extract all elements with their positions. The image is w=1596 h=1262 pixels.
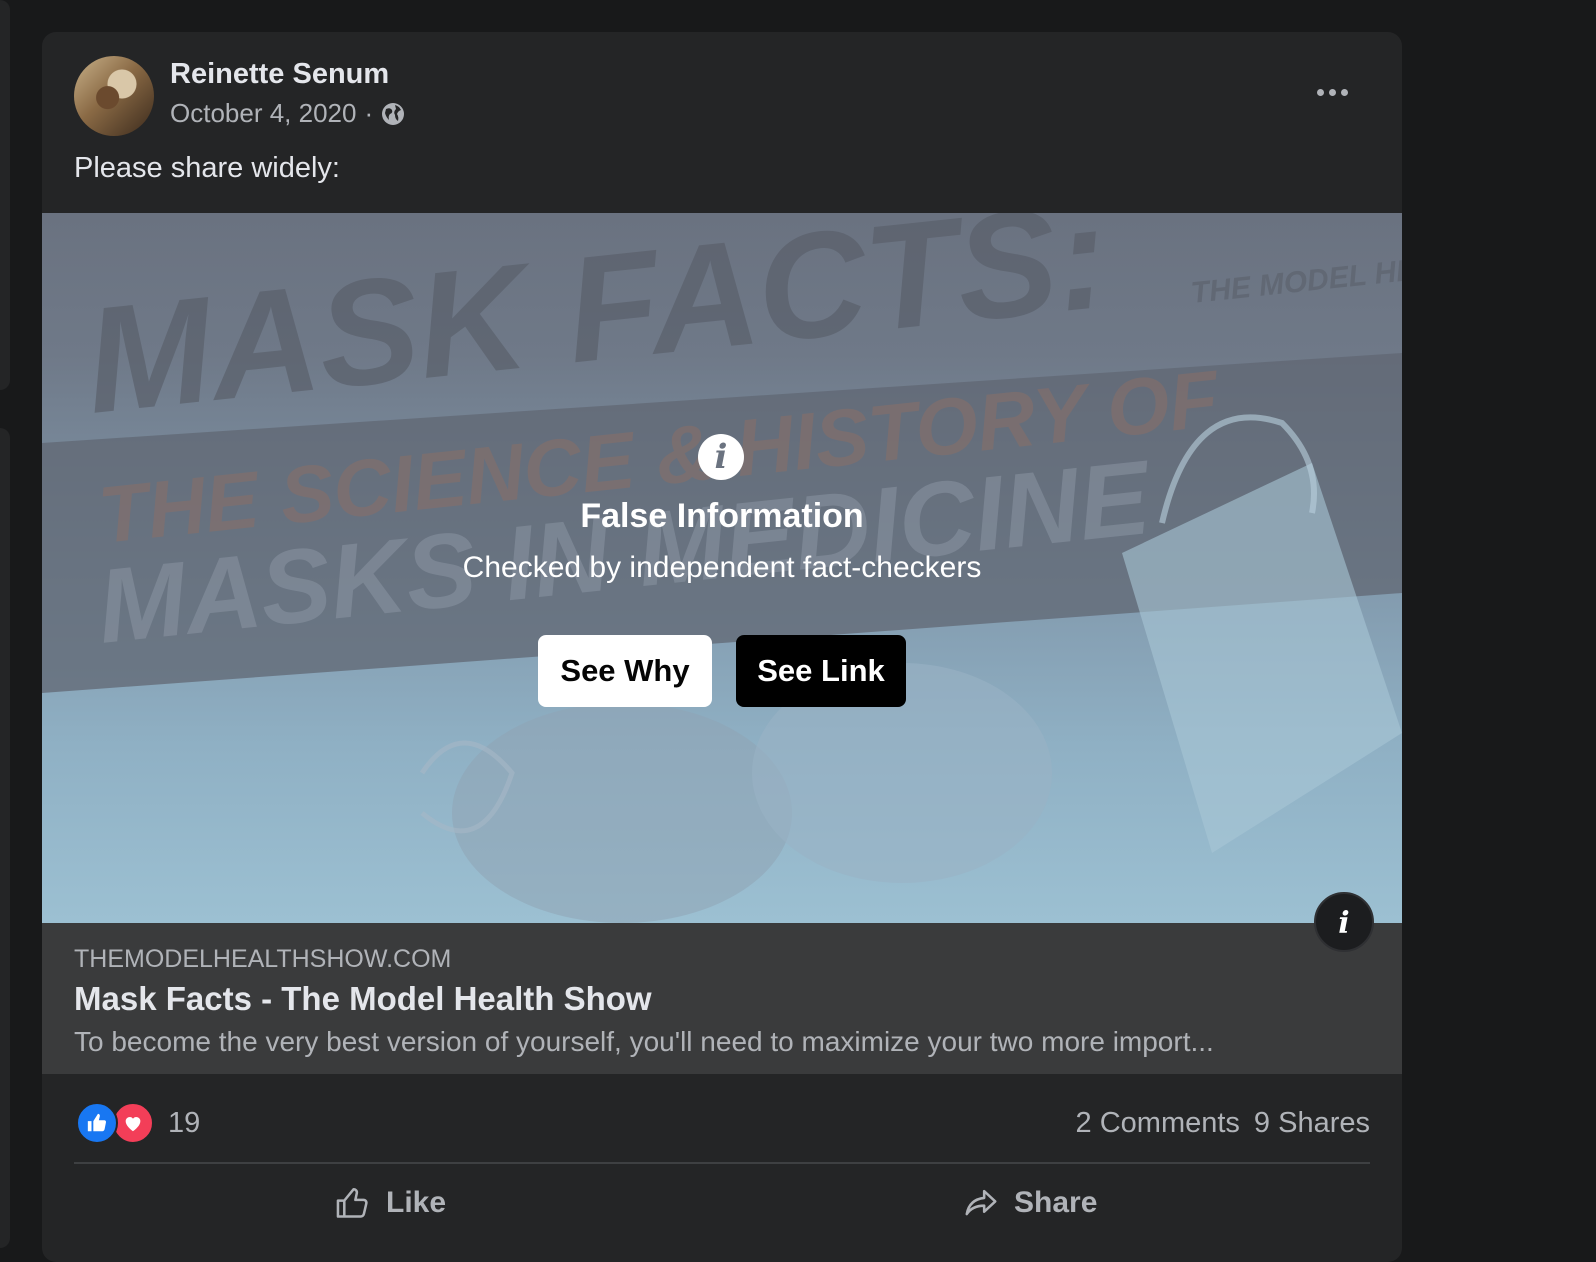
false-information-title: False Information [580, 497, 864, 535]
adjacent-panel-edge [0, 0, 10, 390]
action-divider [74, 1162, 1370, 1164]
share-arrow-icon [965, 1189, 997, 1216]
post-date[interactable]: October 4, 2020 [170, 98, 356, 129]
like-label: Like [386, 1186, 447, 1219]
info-icon: i [698, 434, 744, 480]
link-domain: THEMODELHEALTHSHOW.COM [74, 945, 452, 973]
author-name[interactable]: Reinette Senum [170, 58, 389, 91]
share-label: Share [1014, 1186, 1098, 1219]
more-dot [1328, 88, 1336, 96]
more-options-button[interactable] [1310, 70, 1354, 114]
more-dot [1340, 88, 1348, 96]
feed-post: Reinette Senum October 4, 2020 · Please … [42, 32, 1402, 1262]
adjacent-panel-edge [0, 428, 10, 1248]
context-info-button[interactable]: i [1314, 892, 1374, 952]
thumbs-up-icon [336, 1187, 368, 1218]
like-reaction-icon [76, 1102, 118, 1144]
more-dot [1316, 88, 1324, 96]
see-why-button[interactable]: See Why [538, 635, 712, 707]
post-meta: October 4, 2020 · [170, 98, 405, 129]
art-brand: THE MODEL HEALTH SHOW [1189, 234, 1402, 309]
love-reaction-icon [112, 1102, 154, 1144]
share-button[interactable]: Share [962, 1184, 1097, 1222]
post-text: Please share widely: [74, 152, 340, 184]
reactions-summary[interactable]: 19 [76, 1102, 200, 1144]
shares-count[interactable]: 9 Shares [1254, 1107, 1370, 1140]
comments-count[interactable]: 2 Comments [1076, 1107, 1240, 1140]
link-title: Mask Facts - The Model Health Show [74, 980, 652, 1017]
engagement-stats: 2 Comments 9 Shares [1076, 1107, 1370, 1140]
globe-icon[interactable] [381, 102, 405, 126]
see-link-button[interactable]: See Link [736, 635, 906, 707]
link-description: To become the very best version of yours… [74, 1026, 1214, 1057]
fact-check-subtitle: Checked by independent fact-checkers [462, 551, 982, 584]
blurred-link-image[interactable]: MASK FACTS: THE SCIENCE & HISTORY OF MAS… [42, 213, 1402, 923]
avatar[interactable] [74, 56, 154, 136]
reaction-count: 19 [168, 1106, 201, 1139]
like-button[interactable]: Like [334, 1184, 446, 1222]
meta-separator: · [364, 98, 374, 128]
link-preview[interactable]: THEMODELHEALTHSHOW.COM Mask Facts - The … [42, 923, 1402, 1074]
